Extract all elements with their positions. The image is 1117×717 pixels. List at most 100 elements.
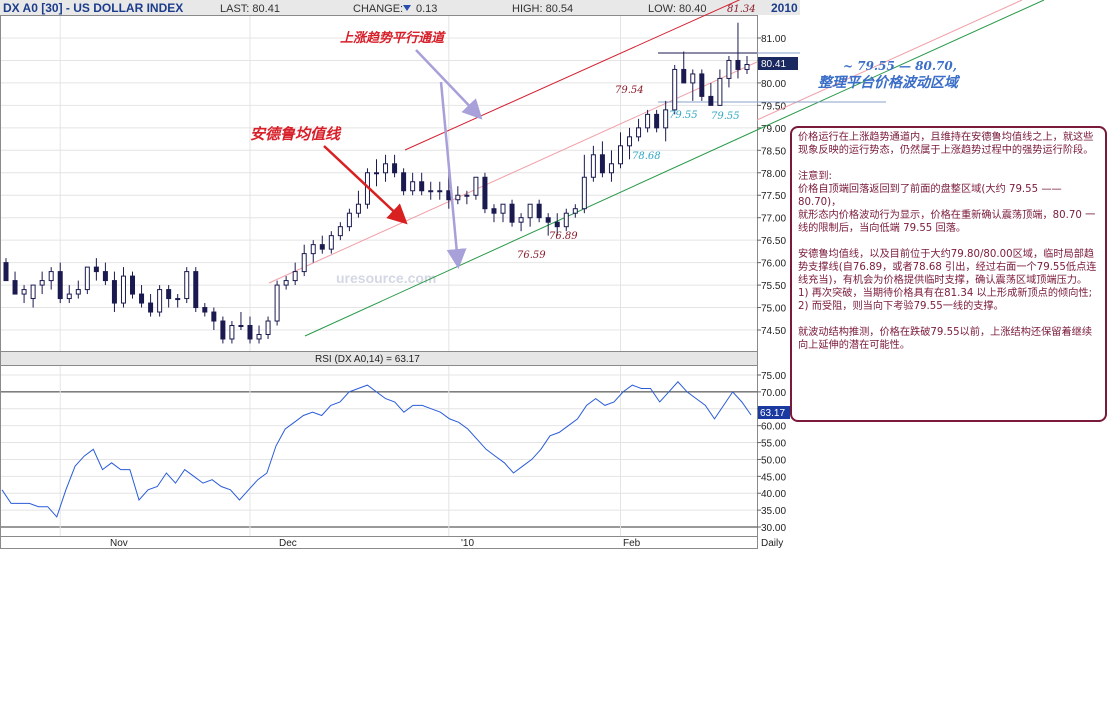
note-paragraph-2a: 注意到: <box>798 171 832 182</box>
candle-down <box>482 176 488 210</box>
label-7689: 76.89 <box>549 231 578 242</box>
candle-up <box>672 68 678 111</box>
rsi-tick-label: 55.00 <box>761 439 786 450</box>
note-paragraph-2b: 价格自顶端回落返回到了前面的盘整区域(大约 79.55 —— 80.70)， <box>798 184 1065 208</box>
price-tick-label: 77.00 <box>761 214 786 225</box>
price-tick-label: 75.50 <box>761 281 786 292</box>
note-paragraph-3a: 安德鲁均值线，以及目前位于大约79.80/80.00区域，临时局部趋势支撑线(自… <box>798 249 1097 286</box>
label-7955a: 79.55 <box>669 110 698 121</box>
high-price: HIGH: 80.54 <box>512 3 573 15</box>
last-rsi-marker-text: 63.17 <box>760 408 785 419</box>
candle-down <box>130 275 136 295</box>
note-paragraph-3c: 2) 而受阻，则当向下考验79.55一线的支撑。 <box>798 301 1004 312</box>
candle-down <box>319 244 325 250</box>
rsi-tick-label: 45.00 <box>761 472 786 483</box>
candle-up <box>726 59 732 79</box>
price-axis: 81.0080.5080.0079.5079.0078.5078.0077.50… <box>757 34 786 337</box>
label-7868: 78.68 <box>632 151 661 162</box>
price-tick-label: 75.00 <box>761 304 786 315</box>
candle-up <box>184 271 190 300</box>
candle-up <box>636 127 642 138</box>
last-price-marker-text: 80.41 <box>761 59 786 70</box>
price-tick-label: 79.00 <box>761 124 786 135</box>
label-7955b: 79.55 <box>711 111 740 122</box>
candle-up <box>473 176 479 196</box>
candle-down <box>545 217 551 223</box>
rsi-tick-label: 30.00 <box>761 523 786 534</box>
candle-up <box>374 172 379 175</box>
note-paragraph-1: 价格运行在上涨趋势通道内，且维持在安德鲁均值线之上，就这些现象反映的运行势态，仍… <box>798 132 1094 156</box>
range-text: ~ 79.55 — 80.70, <box>843 59 957 73</box>
candle-up <box>229 325 235 340</box>
candle-up <box>690 73 696 84</box>
candle-up <box>48 271 54 282</box>
candle-up <box>337 226 343 237</box>
candle-up <box>383 163 389 174</box>
candle-down <box>211 311 217 322</box>
candle-down <box>12 280 18 295</box>
label-7954: 79.54 <box>615 85 644 96</box>
x-label-dec: Dec <box>279 538 297 549</box>
candle-up <box>328 235 334 250</box>
low-price: LOW: 80.40 <box>648 3 707 15</box>
candle-up <box>455 194 461 201</box>
candle-down <box>166 289 172 300</box>
ma-annotation: 安德鲁均值线 <box>250 125 342 143</box>
range-label: 整理平台价格波动区域 <box>818 74 961 91</box>
candle-up <box>717 77 723 106</box>
candle-up <box>581 176 587 210</box>
price-tick-label: 81.00 <box>761 34 786 45</box>
candle-up <box>627 136 633 147</box>
candle-up <box>292 271 298 282</box>
x-label-feb: Feb <box>623 538 641 549</box>
change-value: 0.13 <box>416 3 437 15</box>
price-tick-label: 79.50 <box>761 101 786 112</box>
candle-down <box>735 59 741 70</box>
candle-down <box>102 271 108 282</box>
rsi-axis: 75.0070.0065.0060.0055.0050.0045.0040.00… <box>757 371 786 534</box>
candle-up <box>39 280 45 286</box>
candle-down <box>392 163 398 174</box>
note-paragraph-4: 就波动结构推测，价格在跌破79.55以前，上涨结构还保留着继续向上延伸的潜在可能… <box>798 327 1093 351</box>
rsi-tick-label: 60.00 <box>761 422 786 433</box>
candle-down <box>3 262 9 282</box>
year-label: 2010 <box>771 1 798 15</box>
price-tick-label: 80.00 <box>761 79 786 90</box>
rsi-panel <box>0 365 758 537</box>
candle-up <box>563 212 569 228</box>
candle-down <box>681 68 687 84</box>
candle-up <box>157 289 163 313</box>
candle-down <box>139 293 145 304</box>
candle-down <box>554 221 560 228</box>
rsi-tick-label: 50.00 <box>761 455 786 466</box>
rsi-title: RSI (DX A0,14) = 63.17 <box>315 354 420 365</box>
candle-down <box>699 73 705 97</box>
rsi-tick-label: 40.00 <box>761 489 786 500</box>
candle-down <box>202 307 208 313</box>
candle-up <box>346 212 352 228</box>
candle-up <box>744 64 750 70</box>
candle-down <box>419 181 425 192</box>
candle-down <box>148 302 154 313</box>
rsi-tick-label: 35.00 <box>761 506 786 517</box>
candle-up <box>608 163 614 174</box>
x-label-jan: '10 <box>461 538 474 549</box>
candle-down <box>220 320 226 340</box>
candle-down <box>599 154 605 174</box>
channel-annotation: 上涨趋势平行通道 <box>340 30 446 46</box>
candle-down <box>247 325 253 340</box>
price-tick-label: 76.00 <box>761 259 786 270</box>
analysis-note: 价格运行在上涨趋势通道内，且维持在安德鲁均值线之上，就这些现象反映的运行势态，仍… <box>790 126 1107 422</box>
candle-up <box>310 244 316 255</box>
candle-down <box>111 280 117 304</box>
candle-up <box>120 275 126 304</box>
candle-down <box>509 203 515 223</box>
candle-down <box>708 95 714 106</box>
price-tick-label: 78.00 <box>761 169 786 180</box>
candle-up <box>21 289 27 295</box>
price-tick-label: 77.50 <box>761 191 786 202</box>
candle-up <box>355 203 361 214</box>
candle-up <box>30 284 36 300</box>
candle-up <box>238 325 244 328</box>
candle-up <box>84 266 90 291</box>
